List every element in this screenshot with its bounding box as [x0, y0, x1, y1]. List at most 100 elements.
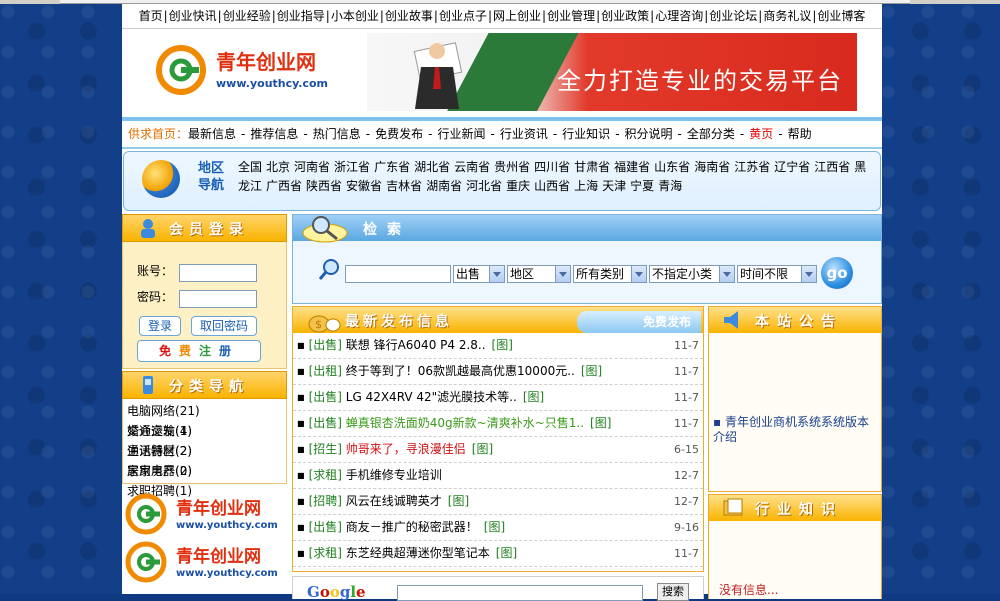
- supply-home-label[interactable]: 供求首页：: [128, 127, 188, 141]
- news-pic-tag[interactable]: [图]: [472, 442, 493, 456]
- sub-nav-link[interactable]: 推荐信息: [250, 127, 298, 141]
- go-button[interactable]: go: [821, 257, 853, 289]
- news-title[interactable]: 帅哥来了，寻浪漫佳侣: [346, 442, 466, 456]
- province-link[interactable]: 山东省: [654, 160, 690, 174]
- sub-nav-link[interactable]: 行业资讯: [500, 127, 548, 141]
- news-title[interactable]: LG 42X4RV 42"滤光膜技术等..: [346, 390, 517, 404]
- news-pic-tag[interactable]: [图]: [484, 520, 505, 534]
- sub-nav-link[interactable]: 全部分类: [687, 127, 735, 141]
- login-button[interactable]: 登录: [139, 316, 181, 336]
- top-nav-link[interactable]: 创业政策: [600, 9, 650, 23]
- province-link[interactable]: 重庆: [506, 179, 530, 193]
- province-link[interactable]: 河北省: [466, 179, 502, 193]
- sub-nav-link[interactable]: 积分说明: [625, 127, 673, 141]
- province-link[interactable]: 贵州省: [494, 160, 530, 174]
- news-title[interactable]: 终于等到了！06款凯越最高优惠10000元..: [346, 364, 575, 378]
- region-select[interactable]: 地区: [507, 265, 571, 283]
- top-nav-link[interactable]: 创业经验: [222, 9, 272, 23]
- province-link[interactable]: 四川省: [534, 160, 570, 174]
- news-pic-tag[interactable]: [图]: [496, 546, 517, 560]
- top-nav-link[interactable]: 首页: [138, 9, 164, 23]
- news-item[interactable]: ■ [招生] 帅哥来了，寻浪漫佳侣 [图] 6-15: [293, 437, 703, 463]
- news-title[interactable]: 风云在线诚聘英才: [346, 494, 442, 508]
- google-search-input[interactable]: [397, 585, 643, 601]
- news-item[interactable]: ■ [出租] 终于等到了！06款凯越最高优惠10000元.. [图] 11-7: [293, 359, 703, 385]
- top-nav-link[interactable]: 商务礼议: [762, 9, 812, 23]
- retrieve-password-button[interactable]: 取回密码: [191, 316, 257, 336]
- news-title[interactable]: 联想 锋行A6040 P4 2.8..: [346, 338, 486, 352]
- sub-nav-link[interactable]: 最新信息: [188, 127, 236, 141]
- news-item[interactable]: ■ [招聘] 风云在线诚聘英才 [图] 12-7: [293, 489, 703, 515]
- sub-nav-link[interactable]: 行业知识: [562, 127, 610, 141]
- time-select[interactable]: 时间不限: [737, 265, 817, 283]
- sub-nav-link[interactable]: 行业新闻: [437, 127, 485, 141]
- news-title[interactable]: 商友－推广的秘密武器！: [346, 520, 478, 534]
- province-link[interactable]: 天津: [602, 179, 626, 193]
- top-nav-link[interactable]: 创业快讯: [168, 9, 218, 23]
- province-link[interactable]: 福建省: [614, 160, 650, 174]
- side-logo-1[interactable]: 青年创业网 www.youthcy.com: [122, 490, 287, 538]
- google-search-button[interactable]: 搜索: [657, 583, 689, 601]
- top-nav-link[interactable]: 创业点子: [438, 9, 488, 23]
- news-item[interactable]: ■ [求租] 手机维修专业培训 12-7: [293, 463, 703, 489]
- province-link[interactable]: 广西省: [266, 179, 302, 193]
- sale-type-select[interactable]: 出售: [453, 265, 505, 283]
- category-link[interactable]: 通讯器材(2): [123, 441, 207, 461]
- ad-banner[interactable]: 全力打造专业的交易平台: [367, 33, 857, 111]
- province-link[interactable]: 山西省: [534, 179, 570, 193]
- news-title[interactable]: 东芝经典超薄迷你型笔记本: [346, 546, 490, 560]
- province-link[interactable]: 辽宁省: [774, 160, 810, 174]
- province-link[interactable]: 广东省: [374, 160, 410, 174]
- subcategory-select[interactable]: 不指定小类: [649, 265, 735, 283]
- province-link[interactable]: 全国: [238, 160, 262, 174]
- province-link[interactable]: 安徽省: [346, 179, 382, 193]
- top-nav-link[interactable]: 创业论坛: [708, 9, 758, 23]
- news-pic-tag[interactable]: [图]: [492, 338, 513, 352]
- side-logo-2[interactable]: 青年创业网 www.youthcy.com: [122, 538, 287, 586]
- province-link[interactable]: 云南省: [454, 160, 490, 174]
- province-link[interactable]: 海南省: [694, 160, 730, 174]
- notice-item[interactable]: ▪ 青年创业商机系统系统版本介绍: [713, 415, 879, 445]
- province-link[interactable]: 湖南省: [426, 179, 462, 193]
- news-pic-tag[interactable]: [图]: [523, 390, 544, 404]
- sub-nav-link[interactable]: 热门信息: [313, 127, 361, 141]
- province-link[interactable]: 江西省: [814, 160, 850, 174]
- province-link[interactable]: 吉林省: [386, 179, 422, 193]
- province-link[interactable]: 甘肃省: [574, 160, 610, 174]
- sub-nav-link[interactable]: 帮助: [788, 127, 812, 141]
- password-input[interactable]: [179, 290, 257, 308]
- province-link[interactable]: 宁夏: [630, 179, 654, 193]
- site-logo[interactable]: 青年创业网 www.youthcy.com: [154, 41, 334, 99]
- account-input[interactable]: [179, 264, 257, 282]
- news-item[interactable]: ■ [求租] 东芝经典超薄迷你型笔记本 [图] 11-7: [293, 541, 703, 567]
- province-link[interactable]: 上海: [574, 179, 598, 193]
- news-item[interactable]: ■ [出售] LG 42X4RV 42"滤光膜技术等.. [图] 11-7: [293, 385, 703, 411]
- news-title[interactable]: 蝉真银杏洗面奶40g新款~清爽补水~只售1..: [346, 416, 584, 430]
- news-pic-tag[interactable]: [图]: [448, 494, 469, 508]
- search-input[interactable]: [345, 265, 451, 283]
- top-nav-link[interactable]: 创业博客: [816, 9, 866, 23]
- province-link[interactable]: 陕西省: [306, 179, 342, 193]
- sub-nav-link[interactable]: 黄页: [749, 127, 773, 141]
- news-item[interactable]: ■ [出售] 商友－推广的秘密武器！ [图] 9-16: [293, 515, 703, 541]
- top-nav-link[interactable]: 创业管理: [546, 9, 596, 23]
- category-link[interactable]: 居家房产(0): [123, 461, 207, 481]
- free-register-button[interactable]: 免费注册: [137, 340, 261, 362]
- news-pic-tag[interactable]: [图]: [590, 416, 611, 430]
- category-link[interactable]: 电脑网络(21): [123, 401, 207, 421]
- province-link[interactable]: 北京: [266, 160, 290, 174]
- top-nav-link[interactable]: 小本创业: [330, 9, 380, 23]
- news-pic-tag[interactable]: [图]: [581, 364, 602, 378]
- province-link[interactable]: 江苏省: [734, 160, 770, 174]
- news-item[interactable]: ■ [出售] 蝉真银杏洗面奶40g新款~清爽补水~只售1.. [图] 11-7: [293, 411, 703, 437]
- top-nav-link[interactable]: 创业指导: [276, 9, 326, 23]
- free-publish-button[interactable]: 免费发布: [577, 311, 701, 333]
- province-link[interactable]: 青海: [658, 179, 682, 193]
- category-select[interactable]: 所有类别: [573, 265, 647, 283]
- top-nav-link[interactable]: 创业故事: [384, 9, 434, 23]
- province-link[interactable]: 浙江省: [334, 160, 370, 174]
- news-item[interactable]: ■ [出售] 联想 锋行A6040 P4 2.8.. [图] 11-7: [293, 333, 703, 359]
- province-link[interactable]: 河南省: [294, 160, 330, 174]
- province-link[interactable]: 湖北省: [414, 160, 450, 174]
- category-link[interactable]: 婚介交友(1): [123, 421, 207, 441]
